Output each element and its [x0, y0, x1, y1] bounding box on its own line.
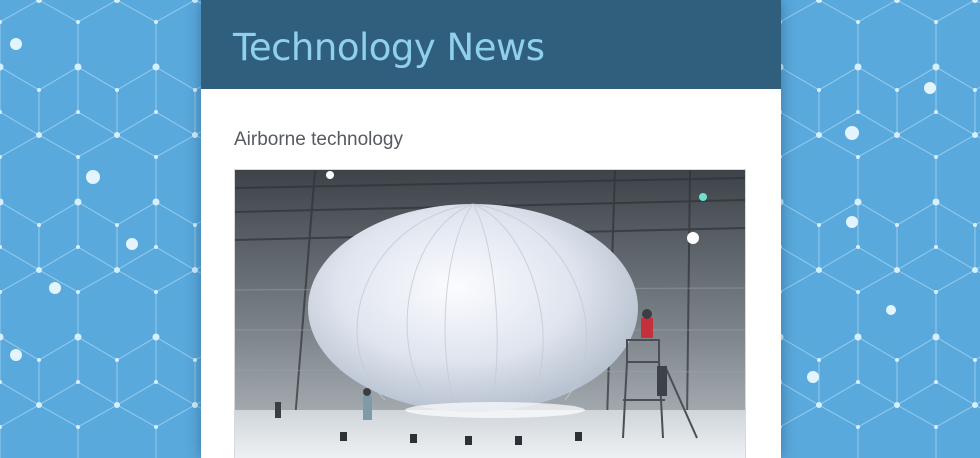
article: Airborne technology — [201, 89, 781, 458]
article-image[interactable] — [234, 169, 746, 458]
news-page: Technology News Airborne technology — [201, 0, 781, 458]
site-header: Technology News — [201, 0, 781, 89]
site-title[interactable]: Technology News — [233, 26, 545, 69]
article-title[interactable]: Airborne technology — [234, 129, 403, 151]
balloon-in-hangar-photo — [235, 170, 745, 458]
